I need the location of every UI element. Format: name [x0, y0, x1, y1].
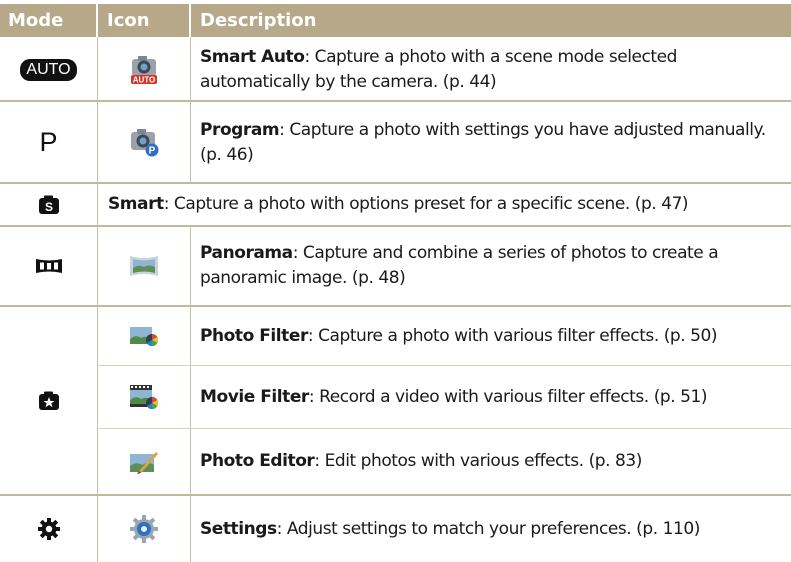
svg-text:P: P: [149, 146, 156, 157]
mode-description: : Capture a photo with settings you have…: [200, 120, 766, 165]
mode-title: Program: [200, 120, 280, 140]
movie-filter-icon: [130, 385, 159, 409]
mode-cell: AUTO: [0, 39, 97, 100]
mode-title: Panorama: [200, 243, 293, 263]
mode-cell: [0, 496, 97, 562]
mode-description: : Edit photos with various effects. (p. …: [314, 451, 642, 471]
smart-auto-camera-icon: AUTO: [131, 55, 157, 84]
mode-title: Movie Filter: [200, 386, 309, 407]
description-cell: Smart: Capture a photo with options pres…: [108, 184, 788, 225]
mode-cell: P: [0, 102, 97, 182]
mode-title: Photo Editor: [200, 451, 315, 471]
icon-cell: [98, 496, 190, 562]
description-cell: Smart Auto: Capture a photo with a scene…: [200, 42, 788, 98]
icon-cell: [98, 429, 190, 494]
mode-description: : Record a video with various filter eff…: [308, 386, 708, 407]
column-divider: [190, 37, 191, 184]
description-text: Movie Filter: Record a video with variou…: [200, 385, 708, 410]
description-cell: Movie Filter: Record a video with variou…: [200, 366, 788, 428]
description-text: Photo Editor: Edit photos with various e…: [200, 449, 642, 474]
panorama-mode-icon: [35, 259, 62, 273]
settings-icon: [130, 515, 158, 543]
magic-plus-icon: [38, 391, 59, 410]
description-cell: Photo Filter: Capture a photo with vario…: [200, 307, 788, 365]
description-text: Smart Auto: Capture a photo with a scene…: [200, 45, 788, 95]
mode-description: : Adjust settings to match your preferen…: [276, 518, 701, 539]
photo-editor-icon: [130, 451, 158, 474]
header-description: Description: [191, 4, 791, 37]
description-text: Smart: Capture a photo with options pres…: [108, 192, 689, 217]
header-icon: Icon: [98, 4, 189, 37]
description-cell: Program: Capture a photo with settings y…: [200, 106, 788, 180]
mode-title: Smart: [108, 194, 164, 214]
program-p-icon: P: [39, 126, 58, 157]
photo-filter-icon: [130, 327, 159, 346]
svg-text:S: S: [44, 200, 52, 214]
mode-cell: [0, 307, 97, 494]
panorama-icon: [130, 256, 158, 276]
icon-cell: [98, 307, 190, 365]
description-text: Photo Filter: Capture a photo with vario…: [200, 324, 718, 349]
mode-title: Settings: [200, 518, 277, 539]
icon-cell: P: [98, 102, 190, 182]
auto-badge-icon: AUTO: [20, 58, 77, 81]
header-mode: Mode: [0, 4, 96, 37]
mode-table: Mode Icon Description AUTO AUTO Smart Au…: [0, 0, 791, 562]
icon-cell: [98, 227, 190, 305]
mode-title: Smart Auto: [200, 47, 305, 67]
smart-mode-icon: S: [38, 195, 59, 214]
description-cell: Panorama: Capture and combine a series o…: [200, 229, 788, 303]
mode-cell: S: [0, 184, 97, 225]
description-text: Panorama: Capture and combine a series o…: [200, 241, 788, 291]
svg-text:AUTO: AUTO: [133, 75, 156, 84]
program-camera-icon: P: [131, 129, 159, 157]
icon-cell: AUTO: [98, 39, 190, 100]
column-divider: [190, 227, 191, 562]
settings-gear-icon: [37, 518, 60, 540]
description-cell: Photo Editor: Edit photos with various e…: [200, 429, 788, 494]
description-text: Program: Capture a photo with settings y…: [200, 118, 788, 168]
mode-description: : Capture a photo with various filter ef…: [307, 325, 718, 346]
description-text: Settings: Adjust settings to match your …: [200, 517, 700, 542]
mode-cell: [0, 227, 97, 305]
description-cell: Settings: Adjust settings to match your …: [200, 496, 788, 562]
mode-description: : Capture a photo with options preset fo…: [163, 194, 689, 214]
icon-cell: [98, 366, 190, 428]
mode-title: Photo Filter: [200, 325, 308, 346]
